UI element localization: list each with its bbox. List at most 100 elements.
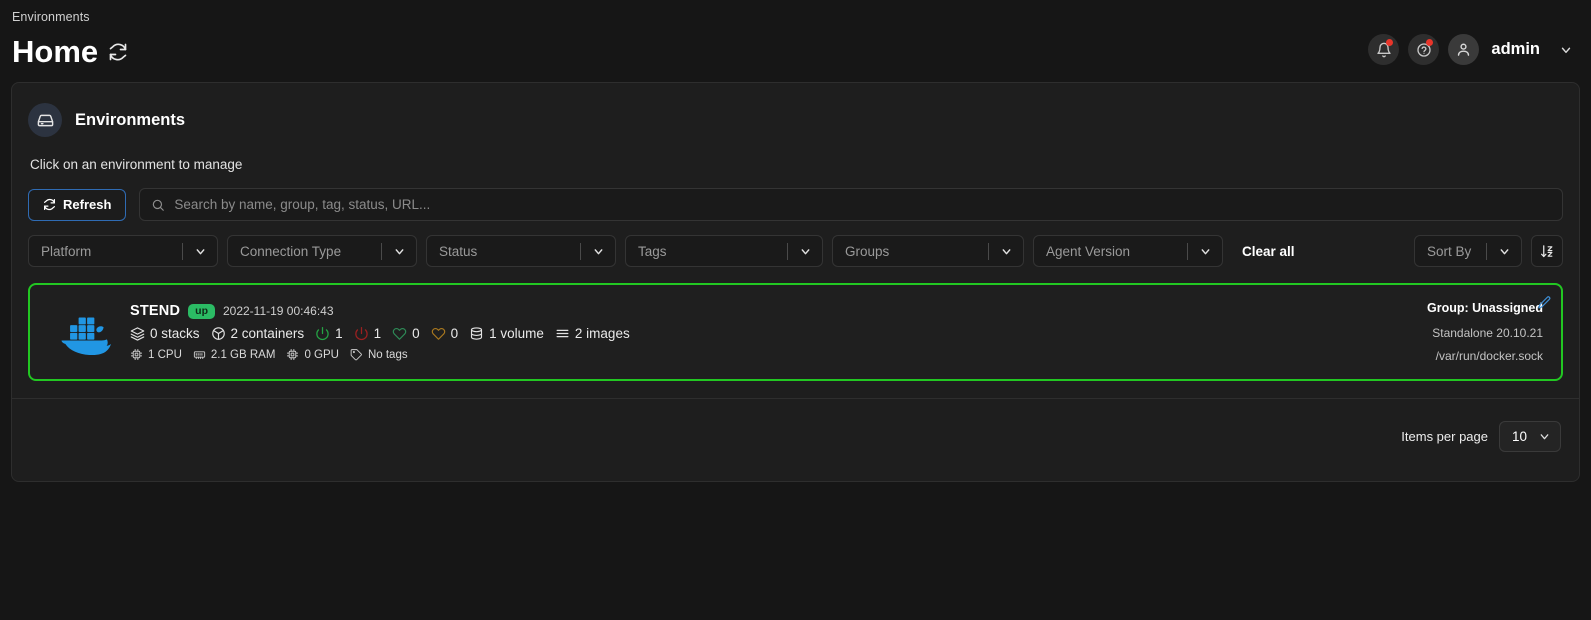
- environment-stats: 0 stacks 2 containers 1 1 0 0 1 volume 2…: [130, 326, 1427, 341]
- environment-timestamp: 2022-11-19 00:46:43: [222, 304, 334, 318]
- status-badge: up: [188, 303, 215, 319]
- clear-all-button[interactable]: Clear all: [1242, 244, 1295, 259]
- filter-tags-label: Tags: [638, 243, 667, 259]
- stat-healthy-label: 0: [412, 326, 420, 341]
- memory-icon: [193, 348, 206, 361]
- heart-icon: [392, 326, 407, 341]
- sort-by-label: Sort By: [1427, 243, 1472, 259]
- items-per-page-label: Items per page: [1401, 429, 1488, 444]
- stat-healthy: 0: [392, 326, 420, 341]
- chevron-down-icon[interactable]: [1559, 43, 1573, 57]
- stat-running: 1: [315, 326, 343, 341]
- filter-platform-label: Platform: [41, 243, 92, 259]
- filter-status[interactable]: Status: [426, 235, 616, 267]
- stat-stopped: 1: [354, 326, 382, 341]
- filter-status-label: Status: [439, 243, 478, 259]
- stat-stopped-label: 1: [373, 326, 382, 341]
- gpu-icon: [286, 348, 299, 361]
- page-header: Environments Home admin: [0, 0, 1591, 82]
- docker-whale-logo: [48, 309, 116, 355]
- stat-stacks-label: 0 stacks: [150, 326, 200, 341]
- breadcrumb: Environments: [12, 10, 90, 24]
- chevron-down-icon: [382, 245, 416, 258]
- environment-group: Group: Unassigned: [1427, 301, 1543, 315]
- box-icon: [211, 326, 226, 341]
- power-icon: [315, 326, 330, 341]
- panel-title: Environments: [75, 110, 186, 129]
- filter-tags[interactable]: Tags: [625, 235, 823, 267]
- filter-agent-version[interactable]: Agent Version: [1033, 235, 1223, 267]
- sort-direction-button[interactable]: [1531, 235, 1563, 267]
- database-icon: [469, 326, 484, 341]
- user-name: admin: [1491, 40, 1540, 58]
- chevron-down-icon: [1538, 430, 1551, 443]
- header-actions: admin: [1368, 34, 1573, 65]
- stat-images-label: 2 images: [574, 326, 630, 341]
- avatar[interactable]: [1448, 34, 1480, 65]
- resource-tags: No tags: [350, 348, 408, 361]
- stat-volumes-label: 1 volume: [489, 326, 544, 341]
- resource-gpu-label: 0 GPU: [304, 348, 339, 361]
- title-row: Home: [12, 36, 1571, 67]
- filter-connection-type[interactable]: Connection Type: [227, 235, 417, 267]
- hard-drive-icon: [28, 103, 62, 137]
- resource-tags-label: No tags: [367, 348, 408, 361]
- environment-url: /var/run/docker.sock: [1435, 349, 1543, 363]
- stat-unhealthy-label: 0: [450, 326, 459, 341]
- search-icon: [151, 198, 165, 212]
- search-input[interactable]: [174, 197, 1551, 212]
- environment-card[interactable]: STEND up 2022-11-19 00:46:43 0 stacks 2 …: [28, 283, 1563, 381]
- filter-groups[interactable]: Groups: [832, 235, 1024, 267]
- refresh-button[interactable]: Refresh: [28, 188, 127, 221]
- list-icon: [555, 326, 570, 341]
- chevron-down-icon: [183, 245, 217, 258]
- page-title: Home: [12, 34, 99, 69]
- refresh-button-label: Refresh: [63, 197, 112, 212]
- tag-icon: [350, 348, 363, 361]
- resource-gpu: 0 GPU: [286, 348, 339, 361]
- stat-images: 2 images: [555, 326, 630, 341]
- filter-connection-type-label: Connection Type: [240, 243, 342, 259]
- sort-descending-icon: [1540, 244, 1555, 259]
- heart-icon: [431, 326, 446, 341]
- filter-groups-label: Groups: [845, 243, 890, 259]
- environment-resources: 1 CPU 2.1 GB RAM 0 GPU No tags: [130, 348, 1427, 361]
- environment-info: STEND up 2022-11-19 00:46:43 0 stacks 2 …: [130, 303, 1427, 361]
- filter-bar: Platform Connection Type Status Tags Gro…: [28, 235, 1563, 267]
- chevron-down-icon: [989, 245, 1023, 258]
- help-button[interactable]: [1408, 34, 1440, 65]
- filter-agent-version-label: Agent Version: [1046, 243, 1131, 259]
- stat-unhealthy: 0: [431, 326, 459, 341]
- cpu-icon: [130, 348, 143, 361]
- panel-header: Environments: [28, 103, 1563, 137]
- help-badge-dot: [1426, 39, 1434, 46]
- search-box[interactable]: [139, 188, 1563, 221]
- notifications-button[interactable]: [1368, 34, 1400, 65]
- environments-panel: Environments Click on an environment to …: [11, 82, 1580, 482]
- stat-running-label: 1: [335, 326, 343, 341]
- items-per-page-select[interactable]: 10: [1499, 421, 1561, 452]
- panel-footer: Items per page 10: [12, 398, 1579, 452]
- panel-hint: Click on an environment to manage: [30, 157, 243, 172]
- resource-ram: 2.1 GB RAM: [193, 348, 276, 361]
- environment-name: STEND: [130, 303, 181, 319]
- environment-meta: Group: Unassigned Standalone 20.10.21 /v…: [1427, 301, 1545, 363]
- filter-platform[interactable]: Platform: [28, 235, 218, 267]
- environment-engine: Standalone 20.10.21: [1432, 326, 1543, 340]
- stat-containers: 2 containers: [211, 326, 305, 341]
- chevron-down-icon: [788, 245, 822, 258]
- refresh-icon[interactable]: [108, 42, 128, 62]
- layers-icon: [130, 326, 145, 341]
- power-icon: [354, 326, 369, 341]
- items-per-page-value: 10: [1512, 429, 1528, 444]
- stat-containers-label: 2 containers: [230, 326, 305, 341]
- sort-by-select[interactable]: Sort By: [1414, 235, 1522, 267]
- chevron-down-icon: [1487, 245, 1521, 258]
- chevron-down-icon: [1188, 245, 1222, 258]
- pencil-icon[interactable]: [1537, 295, 1552, 310]
- stat-stacks: 0 stacks: [130, 326, 200, 341]
- resource-cpu: 1 CPU: [130, 348, 182, 361]
- resource-ram-label: 2.1 GB RAM: [210, 348, 276, 361]
- refresh-icon: [43, 198, 56, 211]
- resource-cpu-label: 1 CPU: [148, 348, 182, 361]
